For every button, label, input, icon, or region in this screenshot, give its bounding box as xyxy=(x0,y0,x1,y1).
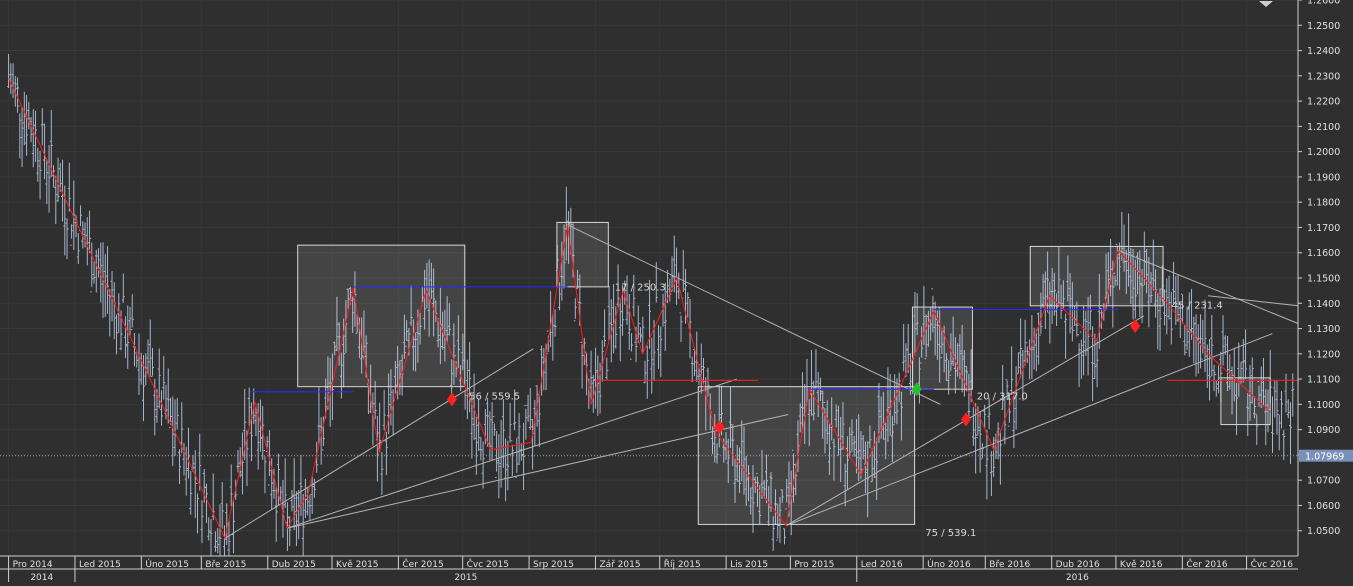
x-tick-label: Pro 2014 xyxy=(13,560,53,570)
pattern-box xyxy=(297,244,466,388)
x-tick-label: Čer 2016 xyxy=(1186,558,1228,570)
y-tick-label: 1.0600 xyxy=(1307,501,1340,512)
pattern-annotation: 45 / 231.4 xyxy=(1172,300,1223,311)
price-chart[interactable]: 56 / 559.5 17 / 250.3 75 / 539.1 20 / 317.0… xyxy=(0,0,1353,583)
pattern-annotation: 75 / 539.1 xyxy=(925,528,976,539)
y-tick-label: 1.1700 xyxy=(1307,223,1340,234)
y-tick-label: 1.2000 xyxy=(1307,147,1340,158)
y-tick-label: 1.0500 xyxy=(1307,526,1340,537)
x-tick-label: Kvě 2015 xyxy=(336,560,379,570)
x-axis: Pro 2014 Led 2015 Úno 2015 Bře 2015 Dub 2015… xyxy=(0,555,1353,583)
pattern-box xyxy=(911,306,973,390)
y-tick-label: 1.1000 xyxy=(1307,400,1340,411)
x-tick-label: Bře 2015 xyxy=(205,560,246,570)
y-tick-label: 1.1300 xyxy=(1307,324,1340,335)
x-tick-label: Led 2016 xyxy=(861,560,903,570)
x-tick-label: Bře 2016 xyxy=(989,560,1030,570)
x-tick-label: Led 2015 xyxy=(79,560,121,570)
x-tick-label: Čvc 2016 xyxy=(1251,558,1294,570)
year-label: 2016 xyxy=(1066,573,1089,582)
x-tick-label: Zář 2015 xyxy=(599,560,640,570)
pattern-annotation: 20 / 317.0 xyxy=(977,391,1028,402)
y-tick-label: 1.2600 xyxy=(1307,0,1340,7)
pattern-annotation: 17 / 250.3 xyxy=(615,283,666,294)
x-tick-label: Říj 2015 xyxy=(664,559,701,570)
x-tick-label: Čer 2015 xyxy=(402,558,443,570)
y-tick-label: 1.1600 xyxy=(1307,248,1340,259)
x-tick-label: Lis 2015 xyxy=(730,560,768,570)
y-tick-label: 1.0900 xyxy=(1307,425,1340,436)
y-tick-label: 1.2400 xyxy=(1307,46,1340,57)
y-tick-label: 1.0700 xyxy=(1307,476,1340,487)
y-tick-label: 1.2500 xyxy=(1307,21,1340,32)
x-tick-label: Úno 2015 xyxy=(145,558,189,570)
x-tick-label: Dub 2016 xyxy=(1056,560,1100,570)
x-tick-label: Dub 2015 xyxy=(272,560,316,570)
pattern-box xyxy=(1220,377,1271,426)
y-tick-label: 1.1100 xyxy=(1307,375,1340,386)
y-tick-label: 1.1400 xyxy=(1307,299,1340,310)
chart-svg: 56 / 559.5 17 / 250.3 75 / 539.1 20 / 317.0… xyxy=(0,0,1353,583)
y-tick-label: 1.2100 xyxy=(1307,122,1340,133)
x-tick-label: Úno 2016 xyxy=(927,558,971,570)
x-tick-label: Srp 2015 xyxy=(533,560,574,570)
x-tick-label: Kvě 2016 xyxy=(1120,560,1163,570)
x-tick-label: Pro 2015 xyxy=(794,560,834,570)
year-label: 2015 xyxy=(454,573,477,582)
y-tick-label: 1.1800 xyxy=(1307,198,1340,209)
y-tick-label: 1.2200 xyxy=(1307,97,1340,108)
y-tick-label: 1.2300 xyxy=(1307,71,1340,82)
y-tick-label: 1.1500 xyxy=(1307,274,1340,285)
pattern-annotation: 56 / 559.5 xyxy=(469,391,520,402)
x-tick-label: Čvc 2015 xyxy=(467,558,509,570)
current-price-label: 1.07969 xyxy=(1305,452,1344,463)
y-tick-label: 1.1900 xyxy=(1307,172,1340,183)
y-tick-label: 1.1200 xyxy=(1307,349,1340,360)
year-label: 2014 xyxy=(30,573,53,582)
